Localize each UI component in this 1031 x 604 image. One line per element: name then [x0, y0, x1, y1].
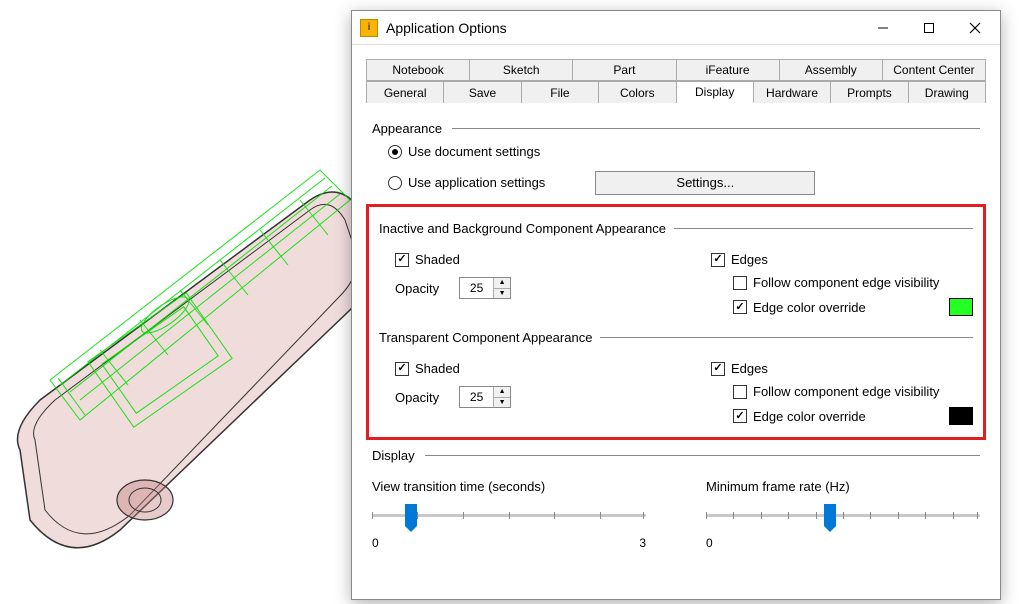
titlebar: i Application Options	[352, 11, 1000, 45]
checkbox-icon	[395, 362, 409, 376]
tab-general[interactable]: General	[366, 81, 444, 103]
checkbox-icon	[733, 300, 747, 314]
checkbox-icon	[711, 362, 725, 376]
spinner-down-icon[interactable]: ▼	[494, 398, 510, 408]
app-icon: i	[360, 19, 378, 37]
inactive-heading: Inactive and Background Component Appear…	[379, 221, 973, 236]
slider-thumb[interactable]	[824, 504, 836, 526]
minimize-button[interactable]	[860, 13, 906, 43]
tab-prompts[interactable]: Prompts	[831, 81, 908, 103]
highlighted-section: Inactive and Background Component Appear…	[366, 204, 986, 440]
background-3d-model	[0, 60, 400, 600]
tab-drawing[interactable]: Drawing	[909, 81, 986, 103]
frame-rate-label: Minimum frame rate (Hz)	[706, 479, 980, 494]
display-panel: Appearance Use document settings Use app…	[352, 103, 1000, 599]
tab-hardware[interactable]: Hardware	[754, 81, 831, 103]
transparent-opacity-label: Opacity	[395, 390, 439, 405]
transparent-heading: Transparent Component Appearance	[379, 330, 973, 345]
maximize-button[interactable]	[906, 13, 952, 43]
inactive-shaded-checkbox[interactable]: Shaded	[395, 252, 641, 267]
tab-content-center[interactable]: Content Center	[883, 59, 986, 81]
inactive-opacity-label: Opacity	[395, 281, 439, 296]
transparent-edges-checkbox[interactable]: Edges	[711, 361, 973, 376]
tab-sketch[interactable]: Sketch	[470, 59, 573, 81]
radio-icon	[388, 145, 402, 159]
radio-use-application-settings[interactable]: Use application settings	[388, 175, 545, 190]
tab-notebook[interactable]: Notebook	[366, 59, 470, 81]
appearance-heading: Appearance	[372, 121, 980, 136]
inactive-follow-checkbox[interactable]: Follow component edge visibility	[733, 275, 973, 290]
view-transition-max: 3	[639, 536, 646, 550]
transparent-override-checkbox[interactable]: Edge color override	[733, 409, 866, 424]
spinner-down-icon[interactable]: ▼	[494, 289, 510, 299]
transparent-follow-checkbox[interactable]: Follow component edge visibility	[733, 384, 973, 399]
tab-part[interactable]: Part	[573, 59, 676, 81]
inactive-color-swatch[interactable]	[949, 298, 973, 316]
view-transition-label: View transition time (seconds)	[372, 479, 646, 494]
view-transition-slider[interactable]	[372, 506, 646, 532]
view-transition-min: 0	[372, 536, 379, 550]
spinner-up-icon[interactable]: ▲	[494, 278, 510, 289]
display-heading: Display	[372, 448, 980, 463]
transparent-opacity-spinner[interactable]: 25 ▲ ▼	[459, 386, 511, 408]
inactive-override-checkbox[interactable]: Edge color override	[733, 300, 866, 315]
checkbox-icon	[733, 409, 747, 423]
settings-button[interactable]: Settings...	[595, 171, 815, 195]
checkbox-icon	[395, 253, 409, 267]
close-button[interactable]	[952, 13, 998, 43]
tab-area: Notebook Sketch Part iFeature Assembly C…	[352, 45, 1000, 103]
tab-assembly[interactable]: Assembly	[780, 59, 883, 81]
tab-display[interactable]: Display	[677, 81, 754, 103]
inactive-opacity-spinner[interactable]: 25 ▲ ▼	[459, 277, 511, 299]
checkbox-icon	[733, 276, 747, 290]
radio-icon	[388, 176, 402, 190]
tab-file[interactable]: File	[522, 81, 599, 103]
window-title: Application Options	[386, 20, 860, 36]
application-options-dialog: i Application Options Notebook Sketch Pa…	[351, 10, 1001, 600]
spinner-up-icon[interactable]: ▲	[494, 387, 510, 398]
tab-colors[interactable]: Colors	[599, 81, 676, 103]
transparent-shaded-checkbox[interactable]: Shaded	[395, 361, 641, 376]
slider-thumb[interactable]	[405, 504, 417, 526]
tab-save[interactable]: Save	[444, 81, 521, 103]
frame-rate-slider[interactable]	[706, 506, 980, 532]
checkbox-icon	[711, 253, 725, 267]
radio-use-document-settings[interactable]: Use document settings	[388, 144, 980, 159]
checkbox-icon	[733, 385, 747, 399]
transparent-color-swatch[interactable]	[949, 407, 973, 425]
inactive-edges-checkbox[interactable]: Edges	[711, 252, 973, 267]
frame-rate-min: 0	[706, 536, 713, 550]
tab-ifeature[interactable]: iFeature	[677, 59, 780, 81]
